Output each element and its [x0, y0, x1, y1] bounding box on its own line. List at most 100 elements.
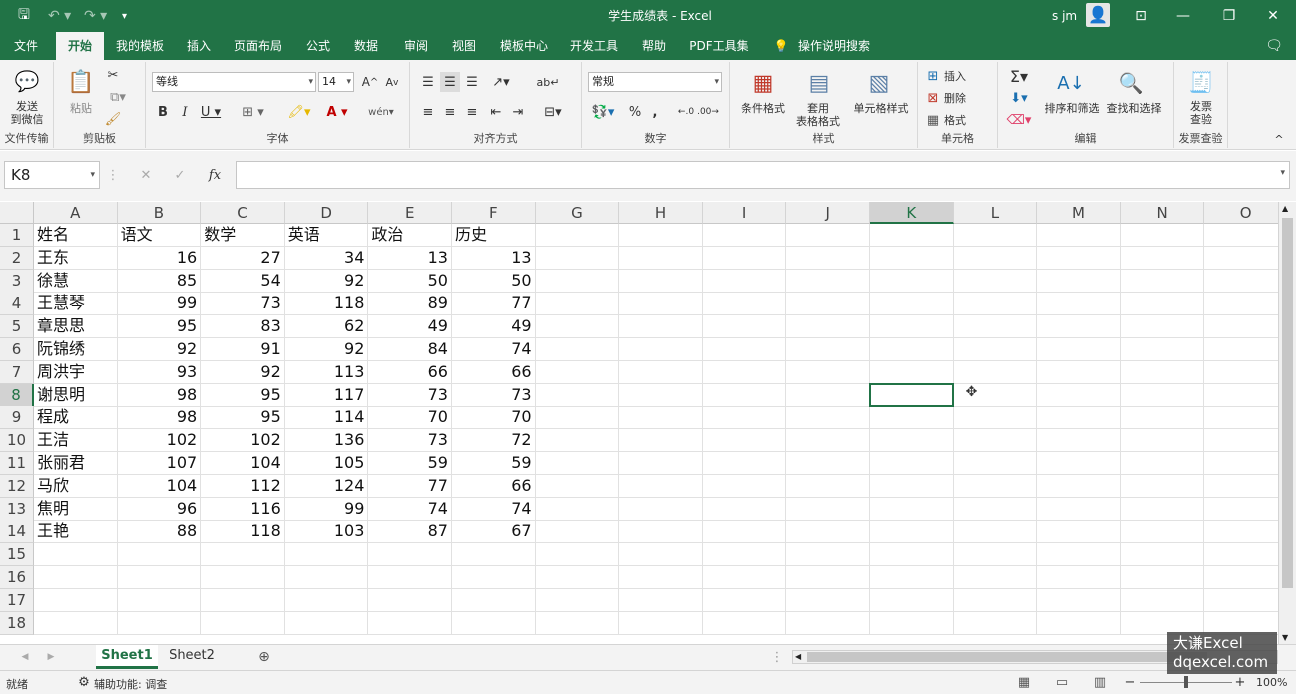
cell-i7[interactable] — [702, 360, 787, 384]
increase-decimal-icon[interactable]: ←.0 — [676, 102, 696, 122]
increase-font-icon[interactable]: A ^ — [360, 72, 380, 92]
cell-j18[interactable] — [786, 611, 870, 635]
cell-a6[interactable]: 阮锦绣 — [34, 338, 118, 361]
cell-n14[interactable] — [1120, 520, 1205, 544]
cell-h15[interactable] — [619, 543, 703, 567]
cell-d8[interactable]: 117 — [284, 383, 369, 407]
tab-page-layout[interactable]: 页面布局 — [228, 32, 288, 60]
collapse-ribbon-icon[interactable]: ^ — [1270, 132, 1288, 146]
cell-i16[interactable] — [702, 566, 787, 589]
cell-l18[interactable] — [953, 611, 1038, 635]
cell-n4[interactable] — [1120, 292, 1205, 316]
tab-review[interactable]: 审阅 — [396, 32, 436, 60]
cell-e16[interactable] — [368, 566, 452, 589]
row-header[interactable]: 16 — [0, 566, 34, 589]
autosum-icon[interactable]: Σ▾ — [1004, 66, 1034, 86]
cell-e11[interactable]: 59 — [368, 452, 452, 475]
cell-o7[interactable] — [1204, 361, 1278, 384]
cell-j17[interactable] — [786, 588, 870, 612]
cell-m16[interactable] — [1037, 566, 1121, 589]
cell-d16[interactable] — [284, 566, 369, 589]
column-header-n[interactable]: N — [1120, 202, 1205, 224]
row-header[interactable]: 5 — [0, 315, 34, 339]
cell-m1[interactable] — [1037, 224, 1121, 247]
cell-h10[interactable] — [619, 429, 703, 453]
cell-c12[interactable]: 112 — [201, 474, 285, 498]
copy-icon[interactable]: ⧉▾ — [104, 88, 132, 106]
insert-function-icon[interactable]: fx — [204, 165, 226, 185]
decrease-indent-icon[interactable]: ⇤ — [486, 102, 506, 122]
cell-m6[interactable] — [1037, 338, 1121, 361]
cell-e15[interactable] — [368, 543, 452, 567]
cell-a8[interactable]: 谢思明 — [34, 383, 118, 407]
format-as-table-button[interactable]: 套用 表格格式 — [788, 102, 848, 128]
cell-b5[interactable]: 95 — [117, 315, 202, 339]
cell-b1[interactable]: 语文 — [117, 224, 202, 247]
cell-l9[interactable] — [953, 406, 1038, 430]
row-header[interactable]: 18 — [0, 611, 34, 635]
font-size-select[interactable]: 14 ▾ — [318, 72, 354, 92]
cell-a1[interactable]: 姓名 — [34, 224, 118, 247]
cell-d9[interactable]: 114 — [284, 406, 369, 430]
cell-k2[interactable] — [870, 246, 954, 270]
cell-g6[interactable] — [535, 338, 620, 361]
cell-styles-button[interactable]: 单元格样式 — [848, 102, 914, 115]
row-header[interactable]: 2 — [0, 246, 34, 270]
row-header[interactable]: 11 — [0, 452, 34, 475]
cell-m2[interactable] — [1037, 246, 1121, 270]
cell-c16[interactable] — [201, 566, 285, 589]
cell-a5[interactable]: 章思思 — [34, 315, 118, 339]
cell-l16[interactable] — [953, 566, 1038, 589]
minimize-icon[interactable]: — — [1160, 0, 1206, 32]
cell-g11[interactable] — [535, 452, 620, 475]
cell-b13[interactable]: 96 — [117, 497, 202, 521]
cell-f11[interactable]: 59 — [452, 452, 536, 475]
row-header[interactable]: 12 — [0, 474, 34, 498]
cell-j2[interactable] — [786, 246, 870, 270]
tab-split-grip-icon[interactable]: ⋮ — [771, 647, 784, 667]
cell-m12[interactable] — [1037, 474, 1121, 498]
cell-g4[interactable] — [535, 292, 620, 316]
cell-l6[interactable] — [953, 338, 1038, 361]
align-right-icon[interactable]: ≡ — [462, 102, 482, 122]
scroll-left-icon[interactable]: ◀ — [795, 651, 801, 663]
undo-icon[interactable]: ↶ ▾ — [48, 0, 71, 32]
name-box[interactable]: K8 ▾ — [4, 161, 100, 189]
cell-h3[interactable] — [619, 269, 703, 293]
ribbon-display-icon[interactable]: ⊡ — [1118, 0, 1164, 32]
cell-g12[interactable] — [535, 474, 620, 498]
next-sheet-icon[interactable]: ▶ — [44, 647, 58, 667]
underline-icon[interactable]: U ▾ — [198, 102, 224, 122]
cell-e5[interactable]: 49 — [368, 315, 452, 339]
cell-j10[interactable] — [786, 429, 870, 453]
orientation-icon[interactable]: ↗▾ — [486, 72, 516, 92]
cell-c9[interactable]: 95 — [201, 406, 285, 430]
phonetic-icon[interactable]: wén▾ — [366, 102, 396, 122]
add-sheet-icon[interactable]: ⊕ — [254, 647, 274, 667]
cell-o9[interactable] — [1204, 406, 1278, 430]
cell-i17[interactable] — [702, 588, 787, 612]
cell-c4[interactable]: 73 — [201, 292, 285, 316]
cell-h4[interactable] — [619, 292, 703, 316]
cell-j16[interactable] — [786, 566, 870, 589]
cell-k6[interactable] — [870, 338, 954, 361]
cell-e2[interactable]: 13 — [368, 246, 452, 270]
cell-n6[interactable] — [1120, 338, 1205, 361]
enter-icon[interactable]: ✓ — [170, 165, 190, 185]
cell-j11[interactable] — [786, 452, 870, 475]
cell-a12[interactable]: 马欣 — [34, 474, 118, 498]
cell-j4[interactable] — [786, 292, 870, 316]
align-bottom-icon[interactable]: ☰ — [462, 72, 482, 92]
tab-view[interactable]: 视图 — [444, 32, 484, 60]
cell-i9[interactable] — [702, 406, 787, 430]
delete-cells-button[interactable]: 删除 — [944, 92, 984, 105]
cell-d5[interactable]: 62 — [284, 315, 369, 339]
avatar[interactable]: 👤 — [1086, 3, 1110, 27]
cell-e1[interactable]: 政治 — [368, 224, 452, 247]
cell-i1[interactable] — [702, 224, 787, 247]
cell-b10[interactable]: 102 — [117, 429, 202, 453]
cell-l5[interactable] — [953, 315, 1038, 339]
fill-color-icon[interactable]: 🖍▾ — [284, 102, 314, 122]
cell-m13[interactable] — [1037, 497, 1121, 521]
cell-j1[interactable] — [786, 224, 870, 247]
